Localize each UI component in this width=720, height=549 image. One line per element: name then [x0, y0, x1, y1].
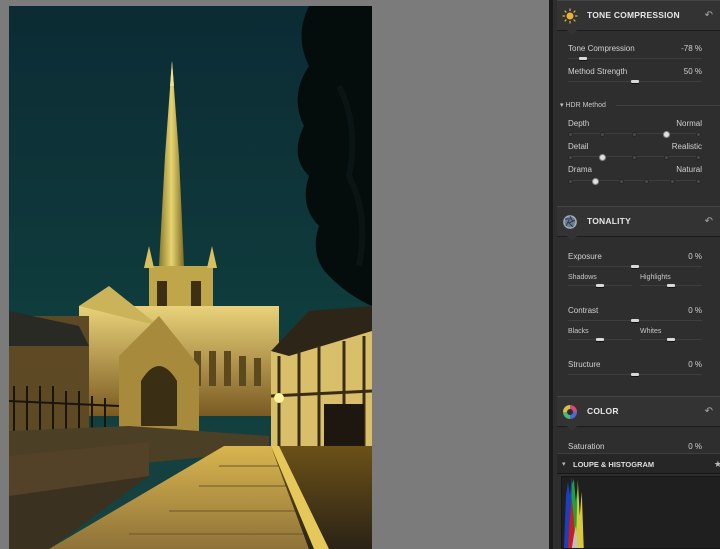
exposure-value: 0 % — [688, 252, 702, 261]
loupe-histogram-header[interactable]: ▾ LOUPE & HISTOGRAM ★ — [557, 453, 720, 474]
hdr-stop[interactable] — [631, 131, 637, 137]
adjustments-panel: TONE COMPRESSION ↶ Tone Compression -78 … — [549, 0, 720, 549]
header-notch — [567, 426, 577, 431]
section-title: TONE COMPRESSION — [587, 10, 680, 20]
section-title: LOUPE & HISTOGRAM — [573, 460, 655, 469]
tonality-header[interactable]: TONALITY ↶ — [557, 206, 720, 241]
hdr-method-toggle[interactable]: ▾ HDR Method — [560, 101, 606, 109]
image-canvas[interactable] — [0, 0, 549, 549]
collapse-arrow-icon[interactable]: ▾ — [562, 460, 566, 468]
undo-icon[interactable]: ↶ — [705, 216, 713, 227]
tone-compression-header[interactable]: TONE COMPRESSION ↶ — [557, 0, 720, 35]
hdr-stop[interactable] — [695, 131, 701, 137]
blacks-knob[interactable] — [596, 338, 604, 341]
pin-icon[interactable]: ★ — [714, 459, 720, 470]
hdr-stop-selected[interactable] — [598, 153, 606, 161]
structure-knob[interactable] — [631, 373, 639, 376]
tone-compression-knob[interactable] — [578, 57, 587, 60]
shadows-label: Shadows — [568, 274, 597, 281]
depth-end-label: Normal — [676, 119, 702, 128]
detail-end-label: Realistic — [671, 142, 702, 151]
photo-preview — [9, 6, 372, 549]
hdr-stop[interactable] — [663, 154, 669, 160]
color-header[interactable]: COLOR ↶ — [557, 396, 720, 431]
hdr-stop[interactable] — [618, 178, 624, 184]
drama-slider[interactable] — [570, 180, 698, 181]
hdr-stop[interactable] — [631, 154, 637, 160]
hdr-stop[interactable] — [644, 178, 650, 184]
hdr-stop-selected[interactable] — [662, 130, 670, 138]
saturation-label: Saturation — [568, 442, 605, 451]
depth-label: Depth — [568, 119, 590, 128]
tone-compression-label: Tone Compression — [568, 44, 635, 53]
hdr-stop[interactable] — [567, 154, 573, 160]
color-wheel-icon — [563, 405, 577, 419]
structure-label: Structure — [568, 360, 601, 369]
histogram — [561, 476, 720, 549]
divider — [616, 105, 720, 106]
method-strength-value: 50 % — [683, 67, 702, 76]
hdr-stop[interactable] — [567, 178, 573, 184]
contrast-value: 0 % — [688, 306, 702, 315]
undo-icon[interactable]: ↶ — [705, 10, 713, 21]
tone-compression-value: -78 % — [681, 44, 702, 53]
drama-label: Drama — [568, 165, 593, 174]
header-notch — [567, 236, 577, 241]
header-notch — [567, 30, 577, 35]
section-title: TONALITY — [587, 216, 631, 226]
whites-label: Whites — [640, 328, 662, 335]
aperture-icon — [563, 215, 577, 229]
highlights-label: Highlights — [640, 274, 671, 281]
hdr-stop[interactable] — [567, 131, 573, 137]
sun-icon — [562, 8, 578, 24]
hdr-stop[interactable] — [669, 178, 675, 184]
blacks-label: Blacks — [568, 328, 589, 335]
saturation-value: 0 % — [688, 442, 702, 451]
whites-knob[interactable] — [667, 338, 675, 341]
exposure-knob[interactable] — [631, 265, 639, 268]
detail-label: Detail — [568, 142, 589, 151]
undo-icon[interactable]: ↶ — [705, 406, 713, 417]
method-strength-knob[interactable] — [631, 80, 639, 83]
exposure-label: Exposure — [568, 252, 602, 261]
hdr-stop[interactable] — [695, 178, 701, 184]
hdr-method-label: HDR Method — [565, 102, 606, 109]
shadows-knob[interactable] — [596, 284, 604, 287]
drama-end-label: Natural — [676, 165, 702, 174]
contrast-knob[interactable] — [631, 319, 639, 322]
highlights-knob[interactable] — [667, 284, 675, 287]
tone-compression-slider[interactable] — [568, 58, 702, 59]
structure-value: 0 % — [688, 360, 702, 369]
hdr-stop[interactable] — [599, 131, 605, 137]
section-title: COLOR — [587, 406, 619, 416]
method-strength-label: Method Strength — [568, 67, 628, 76]
hdr-stop-selected[interactable] — [592, 177, 600, 185]
hdr-stop[interactable] — [695, 154, 701, 160]
contrast-label: Contrast — [568, 306, 599, 315]
